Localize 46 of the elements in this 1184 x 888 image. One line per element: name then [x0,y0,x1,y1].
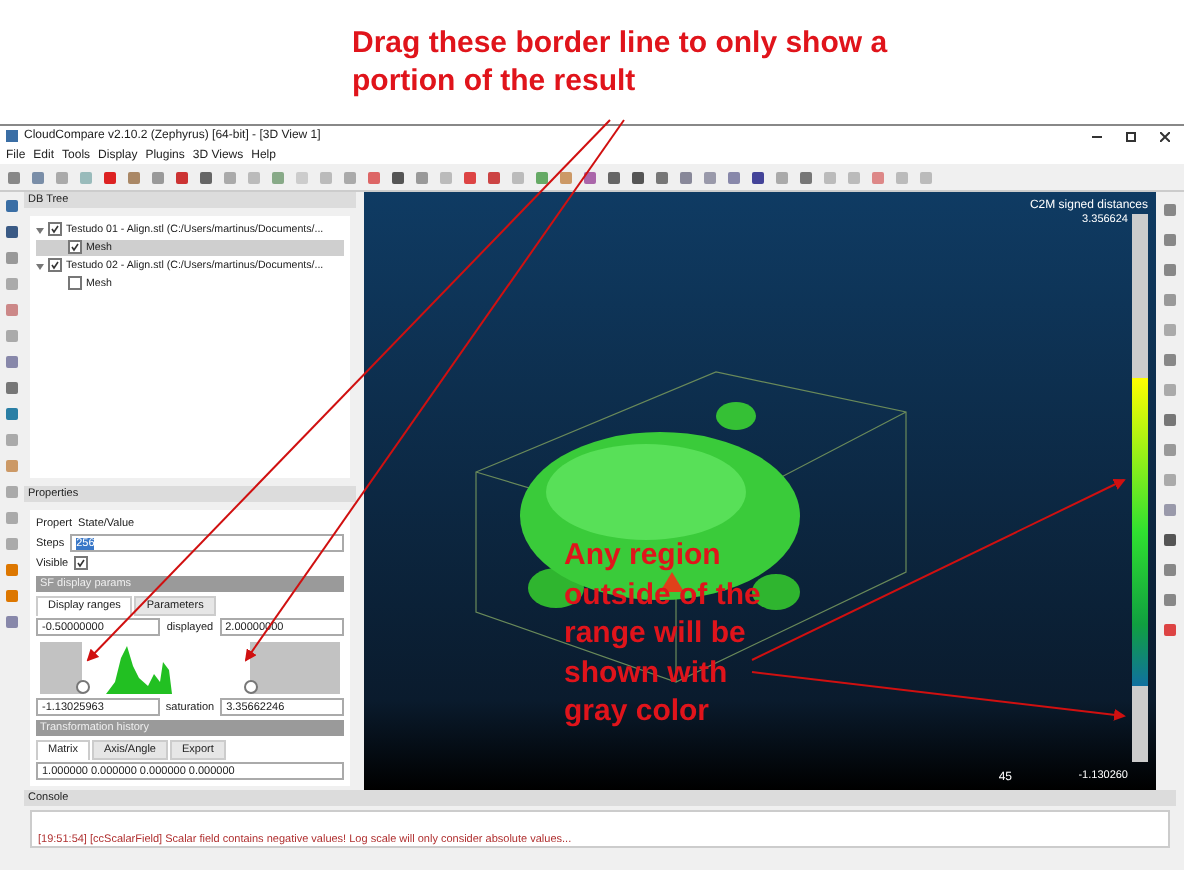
view-toolbar-icon[interactable] [1164,234,1176,246]
view-toolbar-icon[interactable] [1164,354,1176,366]
checkbox[interactable] [74,556,89,571]
view-toolbar-icon[interactable] [1164,474,1176,486]
view-toolbar-icon[interactable] [1164,564,1176,576]
expand-icon[interactable] [36,225,44,234]
view-toolbar-icon[interactable] [1164,294,1176,306]
view-toolbar-icon[interactable] [1164,594,1176,606]
checkbox[interactable] [68,276,82,291]
side-toolbar-icon[interactable] [6,278,18,290]
side-toolbar-icon[interactable] [6,356,18,368]
maximize-icon [1125,131,1135,141]
side-toolbar-icon[interactable] [6,382,18,394]
side-toolbar-icon[interactable] [6,616,18,628]
view-toolbar-icon[interactable] [1164,324,1176,336]
side-toolbar-icon[interactable] [6,408,18,420]
close-icon [1159,131,1169,141]
side-toolbar-icon[interactable] [6,460,18,472]
side-toolbar-icon[interactable] [6,590,18,602]
side-toolbar-icon[interactable] [6,486,18,498]
checkbox[interactable] [48,258,62,273]
view-toolbar-icon[interactable] [1164,384,1176,396]
range-handle[interactable] [76,679,90,694]
annotation-text: Drag these border line to only show a portion of the result [352,23,890,101]
side-toolbar-icon[interactable] [6,200,18,212]
side-toolbar-icon[interactable] [6,330,18,342]
side-toolbar-icon[interactable] [6,226,18,238]
minimize-icon [1091,135,1101,137]
app-logo-icon [6,130,18,142]
side-toolbar-icon[interactable] [6,434,18,446]
view-toolbar-icon[interactable] [1164,534,1176,546]
view-toolbar-icon[interactable] [1164,624,1176,636]
checkbox[interactable] [68,240,82,255]
view-toolbar-icon[interactable] [1164,264,1176,276]
side-toolbar-icon[interactable] [6,538,18,550]
side-toolbar-icon[interactable] [6,252,18,264]
side-toolbar-icon[interactable] [6,512,18,524]
side-toolbar-icon[interactable] [6,304,18,316]
expand-icon[interactable] [36,261,44,270]
side-toolbar-icon[interactable] [6,564,18,576]
view-toolbar-icon[interactable] [1164,414,1176,426]
checkbox[interactable] [48,222,62,237]
view-toolbar-icon[interactable] [1164,204,1176,216]
view-toolbar-icon[interactable] [1164,444,1176,456]
range-handle[interactable] [244,679,258,694]
view-toolbar-icon[interactable] [1164,504,1176,516]
